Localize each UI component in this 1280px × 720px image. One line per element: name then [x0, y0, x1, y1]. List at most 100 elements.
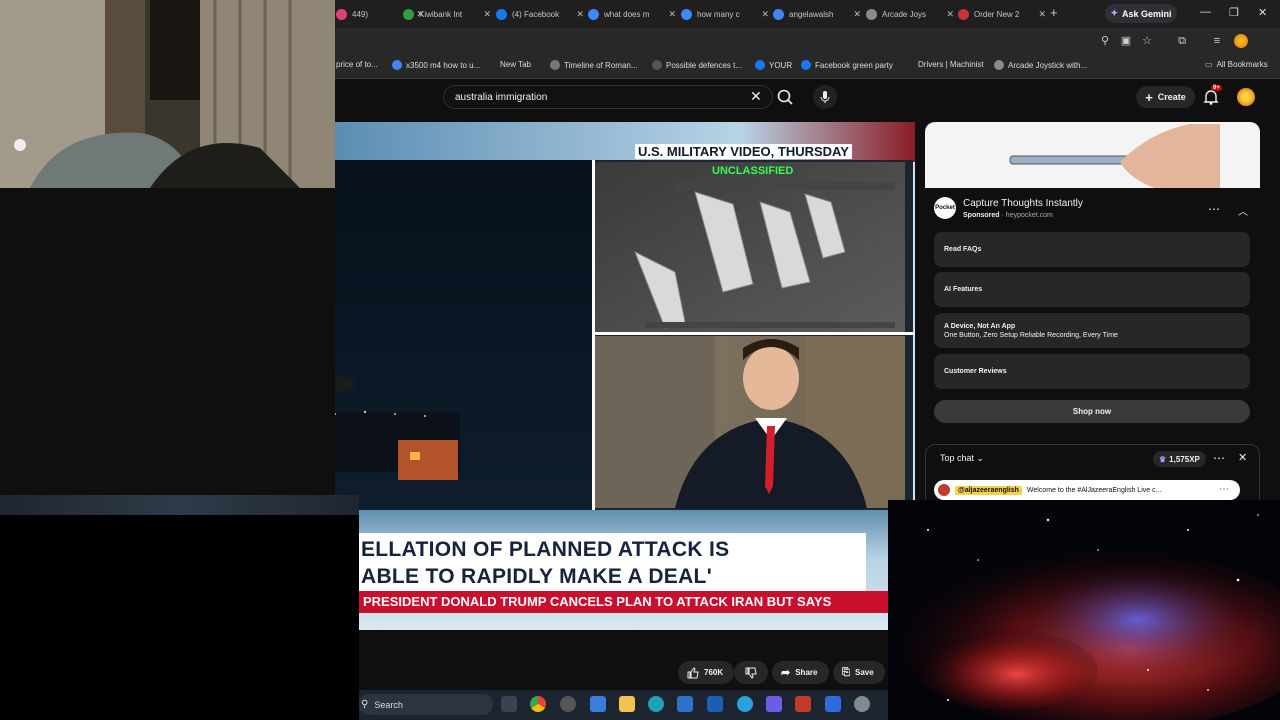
bookmark-item[interactable]: Timeline of Roman... — [550, 60, 638, 70]
bookmark-item[interactable]: Possible defences t... — [652, 60, 742, 70]
close-tab-icon[interactable]: ✕ — [946, 9, 954, 20]
close-tab-icon[interactable]: ✕ — [761, 9, 769, 20]
gemini-icon: ✦ — [1110, 8, 1118, 18]
save-icon: ⎘ — [842, 667, 850, 678]
bookmark-item[interactable]: Arcade Joystick with... — [994, 60, 1087, 70]
reading-list-icon[interactable]: ≡ — [1210, 34, 1224, 48]
like-button[interactable]: 760K — [678, 661, 734, 684]
tab-label: Arcade Joys — [882, 9, 927, 19]
outlook-icon[interactable] — [707, 696, 723, 712]
share-icon: ➦ — [781, 667, 791, 679]
ad-link-row[interactable]: AI Features — [934, 272, 1250, 307]
channel-avatar — [938, 484, 950, 496]
all-bookmarks-button[interactable]: ▭ All Bookmarks — [1205, 60, 1268, 69]
microphone-icon — [820, 91, 830, 103]
voice-search-button[interactable] — [813, 85, 837, 109]
browser-tab[interactable]: Kiwibank Int ✕ — [403, 4, 491, 24]
shop-now-button[interactable]: Shop now — [934, 400, 1250, 423]
chevron-down-icon: ⌄ — [976, 453, 985, 463]
app-icon-1[interactable] — [560, 696, 576, 712]
notifications-button[interactable]: 9+ — [1202, 85, 1222, 106]
all-bookmarks-label: All Bookmarks — [1216, 60, 1268, 69]
zoom-icon[interactable]: ⚲ — [1098, 34, 1112, 48]
extensions-icon[interactable]: ⧉ — [1175, 34, 1189, 48]
minimize-icon[interactable]: — — [1200, 6, 1211, 18]
bookmark-star-icon[interactable]: ☆ — [1140, 34, 1154, 48]
account-avatar[interactable] — [1237, 88, 1255, 106]
browser-tab[interactable]: (4) Facebook ✕ — [496, 4, 584, 24]
browser-tab[interactable]: angelawalsh ✕ — [773, 4, 861, 24]
create-button[interactable]: + Create — [1136, 86, 1195, 108]
bookmark-label: Facebook green party — [815, 60, 893, 70]
ask-gemini-button[interactable]: ✦ Ask Gemini — [1105, 4, 1177, 23]
tab-label: 449) — [352, 9, 369, 19]
chat-mode-dropdown[interactable]: Top chat ⌄ — [940, 453, 984, 464]
browser-tab[interactable]: what does m ✕ — [588, 4, 676, 24]
clear-search-icon[interactable]: ✕ — [750, 88, 762, 105]
close-chat-icon[interactable]: ✕ — [1238, 451, 1247, 464]
bookmark-item[interactable]: YOUR — [755, 60, 792, 70]
webcam-feed — [0, 0, 335, 188]
sponsored-label: Sponsored — [963, 212, 1000, 219]
profile-avatar[interactable] — [1234, 34, 1248, 48]
browser-tab[interactable]: Order New 2 ✕ — [958, 4, 1046, 24]
edge-icon[interactable] — [648, 696, 664, 712]
close-tab-icon[interactable]: ✕ — [483, 9, 491, 20]
bookmark-item[interactable]: Drivers | Machinist — [918, 60, 984, 69]
taskbar-search-placeholder: Search — [374, 699, 403, 710]
ad-menu-icon[interactable]: ⋯ — [1208, 202, 1221, 216]
share-label: Share — [795, 668, 818, 677]
ad-collapse-icon[interactable]: ︿ — [1238, 203, 1248, 218]
wikipedia-icon — [550, 60, 560, 70]
cast-icon[interactable]: ▣ — [1119, 34, 1133, 48]
settings-icon[interactable] — [854, 696, 870, 712]
browser-tab[interactable]: Arcade Joys ✕ — [866, 4, 954, 24]
video-player[interactable]: U.S. MILITARY VIDEO, THURSDAY UNCLASSIFI… — [335, 122, 915, 510]
share-button[interactable]: ➦ Share — [772, 661, 829, 684]
file-explorer-icon[interactable] — [619, 696, 635, 712]
ad-link-row[interactable]: A Device, Not An App One Button, Zero Set… — [934, 313, 1250, 348]
chrome-icon[interactable] — [530, 696, 546, 712]
address-bar-row — [335, 28, 1280, 55]
bookmark-item[interactable]: New Tab — [500, 60, 531, 69]
bookmark-item[interactable]: x3500 m4 how to u... — [392, 60, 480, 70]
app-icon-2[interactable] — [590, 696, 606, 712]
search-button[interactable] — [774, 86, 796, 108]
search-input[interactable]: australia immigration — [443, 85, 773, 109]
app-icon-3[interactable] — [766, 696, 782, 712]
browser-tab[interactable]: how many c ✕ — [681, 4, 769, 24]
ad-image[interactable] — [925, 122, 1260, 188]
new-tab-button[interactable]: + — [1050, 5, 1058, 20]
bookmark-item[interactable]: Facebook green party — [801, 60, 893, 70]
close-tab-icon[interactable]: ✕ — [1038, 9, 1046, 20]
task-view-icon[interactable] — [501, 696, 517, 712]
ad-link-row[interactable]: Customer Reviews — [934, 354, 1250, 389]
ad-link-row[interactable]: Read FAQs — [934, 232, 1250, 267]
google-icon — [681, 8, 692, 20]
ad-logo[interactable]: Pocket — [934, 197, 956, 219]
facebook-icon — [496, 8, 507, 20]
close-tab-icon[interactable]: ✕ — [668, 9, 676, 20]
chat-menu-icon[interactable]: ⋯ — [1213, 451, 1225, 465]
pinned-message[interactable]: @aljazeeraenglish Welcome to the #AlJaze… — [934, 480, 1240, 500]
bookmark-label: YOUR — [769, 60, 793, 70]
bookmark-item[interactable]: price of to... — [336, 60, 378, 69]
close-tab-icon[interactable]: ✕ — [576, 9, 584, 20]
xp-badge[interactable]: ♛ 1,575XP — [1153, 451, 1206, 467]
app-icon-4[interactable] — [795, 696, 811, 712]
webcam-overlay — [0, 0, 335, 188]
ad-title[interactable]: Capture Thoughts Instantly — [963, 198, 1083, 209]
dislike-button[interactable] — [734, 661, 768, 684]
maximize-icon[interactable]: ❐ — [1229, 6, 1239, 19]
facebook-icon — [755, 60, 765, 70]
close-tab-icon[interactable]: ✕ — [853, 9, 861, 20]
facebook-icon — [801, 60, 811, 70]
app-icon-5[interactable] — [825, 696, 841, 712]
telegram-icon[interactable] — [737, 696, 753, 712]
taskbar-search[interactable]: ⚲ Search — [359, 694, 493, 715]
close-window-icon[interactable]: ✕ — [1258, 6, 1267, 19]
save-button[interactable]: ⎘ Save — [833, 661, 885, 684]
store-icon[interactable] — [677, 696, 693, 712]
pinned-menu-icon[interactable]: ⋯ — [1219, 484, 1229, 495]
search-icon — [777, 89, 793, 105]
